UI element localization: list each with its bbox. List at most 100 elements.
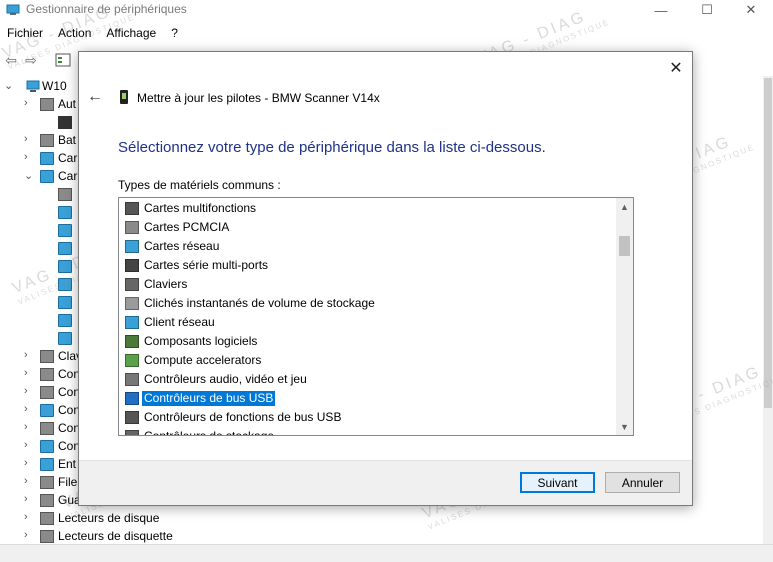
- chevron-right-icon[interactable]: ›: [24, 457, 36, 469]
- monitor-icon: [40, 170, 54, 183]
- list-scroll-thumb[interactable]: [619, 236, 630, 256]
- chevron-right-icon[interactable]: ›: [24, 403, 36, 415]
- tree-item-label: Car: [58, 151, 78, 165]
- scrollbar-thumb[interactable]: [764, 78, 772, 408]
- chevron-right-icon[interactable]: ›: [24, 349, 36, 361]
- chevron-right-icon[interactable]: ›: [24, 439, 36, 451]
- usb-icon: [125, 392, 139, 405]
- chevron-right-icon[interactable]: ›: [24, 475, 36, 487]
- chevron-right-icon[interactable]: ›: [24, 421, 36, 433]
- chevron-down-icon[interactable]: ⌄: [24, 169, 36, 182]
- monitor-icon: [58, 278, 72, 291]
- software-component-icon: [125, 335, 139, 348]
- properties-icon[interactable]: [54, 52, 72, 68]
- list-item-label: Claviers: [144, 277, 188, 291]
- usb-icon: [125, 411, 139, 424]
- back-arrow-icon[interactable]: ←: [87, 88, 103, 106]
- list-item-label: Contrôleurs de bus USB: [142, 391, 276, 406]
- forward-arrow-icon[interactable]: ⇨: [22, 52, 40, 68]
- list-item-label: Contrôleurs de stockage: [144, 429, 275, 436]
- keyboard-icon: [125, 278, 139, 291]
- list-item[interactable]: Contrôleurs de fonctions de bus USB: [119, 408, 617, 427]
- monitor-icon: [40, 458, 54, 471]
- hardware-types-list[interactable]: Cartes multifonctions Cartes PCMCIA Cartes…: [118, 197, 634, 436]
- close-button[interactable]: ✕: [728, 0, 773, 20]
- tree-scrollbar[interactable]: [763, 76, 773, 544]
- scanner-device-icon: [120, 90, 128, 104]
- tree-item-label: Con: [58, 403, 81, 417]
- tree-item-label: Con: [58, 439, 81, 453]
- menu-affichage[interactable]: Affichage: [99, 24, 164, 44]
- dialog-heading: Sélectionnez votre type de périphérique …: [118, 139, 546, 156]
- scroll-down-icon[interactable]: ▼: [616, 418, 633, 435]
- menu-help[interactable]: ?: [164, 24, 186, 44]
- back-arrow-icon[interactable]: ⇦: [2, 52, 20, 68]
- list-item-label: Contrôleurs audio, vidéo et jeu: [144, 372, 307, 386]
- menu-action[interactable]: Action: [51, 24, 99, 44]
- list-item[interactable]: Cartes multifonctions: [119, 199, 617, 218]
- storage-controller-icon: [125, 430, 139, 435]
- dialog-footer: Suivant Annuler: [79, 460, 692, 505]
- list-item[interactable]: Cartes série multi-ports: [119, 256, 617, 275]
- scroll-up-icon[interactable]: ▲: [616, 198, 633, 215]
- chevron-down-icon[interactable]: ⌄: [4, 79, 16, 92]
- list-item[interactable]: Client réseau: [119, 313, 617, 332]
- monitor-icon: [40, 440, 54, 453]
- tree-item-label: Car: [58, 169, 78, 183]
- list-item[interactable]: Compute accelerators: [119, 351, 617, 370]
- list-item[interactable]: Contrôleurs de bus USB: [119, 389, 617, 408]
- list-item[interactable]: Contrôleurs de stockage: [119, 427, 617, 436]
- title-bar: Gestionnaire de périphériques — ☐ ✕: [0, 0, 773, 22]
- tree-item-label: Ent: [58, 457, 77, 471]
- maximize-button[interactable]: ☐: [684, 0, 730, 20]
- keyboard-icon: [40, 350, 54, 363]
- minimize-button[interactable]: —: [638, 0, 684, 20]
- chip-icon: [125, 354, 139, 367]
- chevron-right-icon[interactable]: ›: [24, 529, 36, 541]
- chevron-right-icon[interactable]: ›: [24, 493, 36, 505]
- monitor-icon: [58, 296, 72, 309]
- cancel-button[interactable]: Annuler: [605, 472, 680, 493]
- multifunction-card-icon: [125, 202, 139, 215]
- menu-fichier[interactable]: Fichier: [0, 24, 51, 44]
- list-item[interactable]: Composants logiciels: [119, 332, 617, 351]
- chevron-right-icon[interactable]: ›: [24, 511, 36, 523]
- monitor-icon: [58, 242, 72, 255]
- list-item[interactable]: Clichés instantanés de volume de stockag…: [119, 294, 617, 313]
- monitor-icon: [58, 206, 72, 219]
- chevron-right-icon[interactable]: ›: [24, 385, 36, 397]
- network-client-icon: [125, 316, 139, 329]
- chevron-right-icon[interactable]: ›: [24, 133, 36, 145]
- tree-item-label: Bat: [58, 133, 77, 147]
- list-item-label: Clichés instantanés de volume de stockag…: [144, 296, 375, 310]
- list-item-label: Cartes multifonctions: [144, 201, 257, 215]
- speaker-icon: [40, 98, 54, 111]
- chevron-right-icon[interactable]: ›: [24, 151, 36, 163]
- drive-icon: [58, 188, 72, 201]
- tree-item-label: File: [58, 475, 78, 489]
- chevron-right-icon[interactable]: ›: [24, 97, 36, 109]
- tree-root-label: W10: [42, 79, 67, 93]
- list-item[interactable]: Cartes PCMCIA: [119, 218, 617, 237]
- list-item[interactable]: Cartes réseau: [119, 237, 617, 256]
- queue-icon: [40, 476, 54, 489]
- computer-icon: [26, 80, 40, 92]
- tree-item-label: Aut: [58, 97, 77, 111]
- dialog-close-icon[interactable]: ✕: [666, 58, 686, 78]
- speaker-icon: [40, 368, 54, 381]
- list-scrollbar[interactable]: ▲ ▼: [616, 198, 633, 435]
- list-item[interactable]: Contrôleurs audio, vidéo et jeu: [119, 370, 617, 389]
- tree-item-label: Con: [58, 385, 81, 399]
- tree-item-label: Con: [58, 421, 81, 435]
- list-item[interactable]: Claviers: [119, 275, 617, 294]
- shield-icon: [40, 494, 54, 507]
- list-item-label: Client réseau: [144, 315, 215, 329]
- update-driver-dialog: ✕ ← Mettre à jour les pilotes - BMW Scan…: [78, 51, 693, 506]
- warning-icon: [58, 116, 72, 129]
- monitor-icon: [58, 224, 72, 237]
- list-item-label: Cartes série multi-ports: [144, 258, 269, 272]
- chevron-right-icon[interactable]: ›: [24, 367, 36, 379]
- next-button[interactable]: Suivant: [520, 472, 595, 493]
- monitor-icon: [58, 314, 72, 327]
- network-card-icon: [125, 240, 139, 253]
